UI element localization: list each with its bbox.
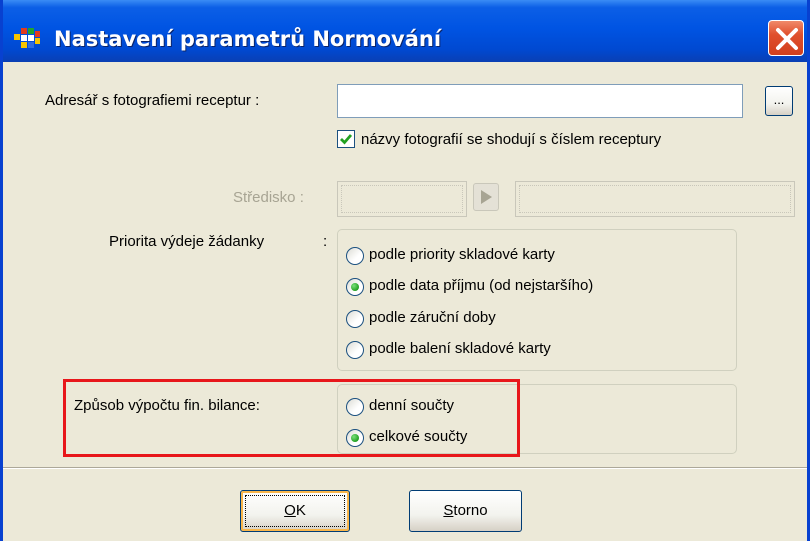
priority-radio-0[interactable] [346, 247, 364, 265]
radio-selected-dot [351, 283, 359, 291]
close-button[interactable] [768, 20, 804, 56]
button-separator [3, 467, 807, 469]
window-title: Nastavení parametrů Normování [54, 27, 442, 51]
priority-radio-1[interactable] [346, 278, 364, 296]
priority-option-label[interactable]: podle data příjmu (od nejstaršího) [369, 277, 593, 294]
close-icon [776, 28, 798, 50]
priority-option-label[interactable]: podle záruční doby [369, 309, 496, 326]
storno-button[interactable]: Storno [409, 490, 522, 532]
priority-option-label[interactable]: podle balení skladové karty [369, 340, 551, 357]
priority-option-label[interactable]: podle priority skladové karty [369, 246, 555, 263]
stredisko-name-input[interactable] [515, 181, 795, 217]
stredisko-select-button[interactable] [473, 183, 499, 211]
priority-label-colon: : [323, 233, 328, 250]
ok-button[interactable]: OK [240, 490, 350, 532]
stredisko-code-input[interactable] [337, 181, 467, 217]
settings-dialog: Nastavení parametrů Normování Adresář s … [0, 0, 810, 541]
app-grid-icon [14, 28, 40, 48]
play-arrow-icon [481, 190, 492, 204]
stredisko-label: Středisko : [233, 189, 304, 206]
highlight-frame [63, 379, 520, 457]
priority-radio-3[interactable] [346, 341, 364, 359]
photo-name-checkbox[interactable] [337, 130, 355, 148]
title-bar[interactable]: Nastavení parametrů Normování [3, 0, 807, 62]
browse-button[interactable]: ... [765, 86, 793, 116]
storno-button-label: Storno [443, 502, 488, 519]
photo-name-checkbox-label[interactable]: názvy fotografií se shodují s číslem rec… [361, 131, 661, 148]
photo-dir-input[interactable] [337, 84, 743, 118]
checkmark-icon [340, 134, 353, 145]
ok-button-label: OK [284, 502, 306, 519]
priority-radio-2[interactable] [346, 310, 364, 328]
priority-label: Priorita výdeje žádanky [109, 233, 265, 250]
photo-dir-label: Adresář s fotografiemi receptur : [45, 92, 260, 109]
